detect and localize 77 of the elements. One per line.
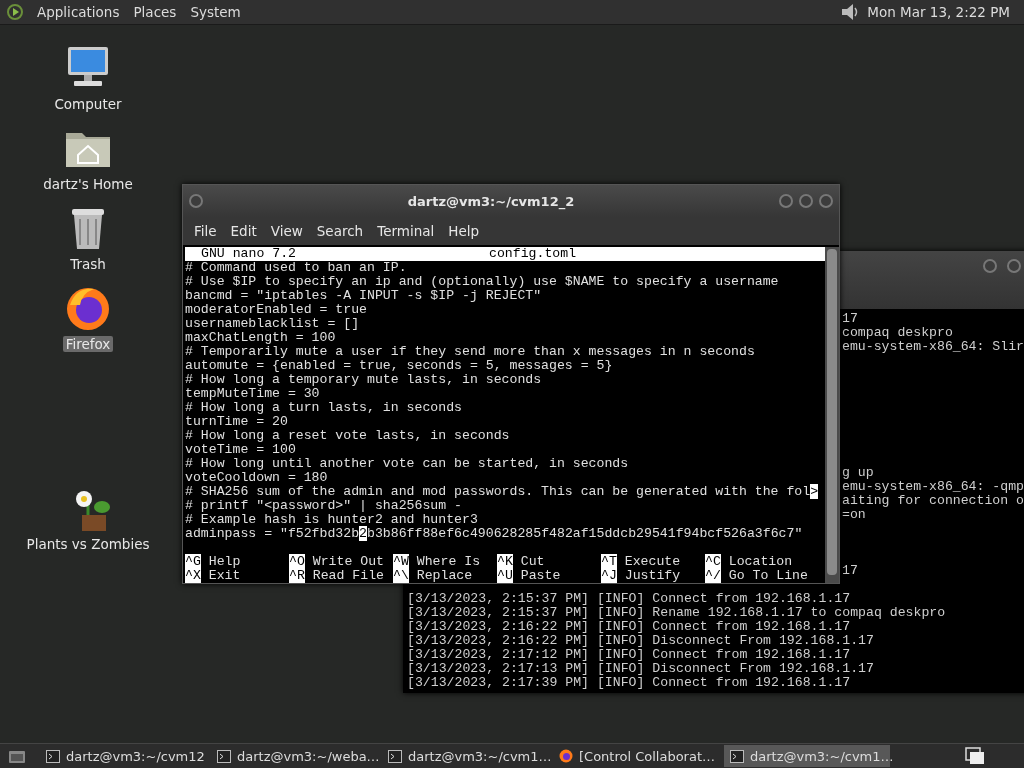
- shortcut-label: Exit: [208, 568, 241, 583]
- shortcut-label: Execute: [624, 554, 681, 569]
- file-name: config.toml: [489, 247, 577, 261]
- code-line: # How long a reset vote lasts, in seconds: [185, 428, 510, 443]
- terminal-line: 17: [842, 563, 858, 578]
- terminal-line: emu-system-x86_64: Slir: [842, 339, 1024, 354]
- log-line: [3/13/2023, 2:16:22 PM] [INFO] Connect from 192.168.1.17: [407, 619, 851, 634]
- code-line: # Temporarily mute a user if they send more than x messages in n seconds: [185, 344, 755, 359]
- taskbar-button[interactable]: dartz@vm3:~/cvm1…: [724, 745, 890, 767]
- code-line: adminpass = "f52fbd32b2b3b86ff88ef6c490628285f482af15ddcb29541f94bcf526a3f6c7": [185, 526, 803, 541]
- terminal-line: emu-system-x86_64: -qmp: [842, 479, 1024, 494]
- icon-label[interactable]: Computer: [51, 96, 125, 112]
- icon-label[interactable]: Trash: [67, 256, 109, 272]
- taskbar-button[interactable]: dartz@vm3:~/cvm1…: [382, 745, 548, 767]
- shortcut-key: ^J: [601, 568, 617, 583]
- shortcut-label: Justify: [624, 568, 681, 583]
- code-line: usernameblacklist = []: [185, 316, 360, 331]
- log-line: [3/13/2023, 2:16:22 PM] [INFO] Disconnect From 192.168.1.17: [407, 633, 874, 648]
- terminal-line: compaq deskpro: [842, 325, 953, 340]
- shortcut-label: Write Out: [312, 554, 384, 569]
- shortcut-label: Cut: [520, 554, 545, 569]
- shortcut-label: Location: [728, 554, 793, 569]
- shortcut-key: ^/: [705, 568, 721, 583]
- menu-item[interactable]: Edit: [223, 223, 264, 239]
- icon-label[interactable]: dartz's Home: [40, 176, 136, 192]
- code-line: turnTime = 20: [185, 414, 288, 429]
- panel-menu[interactable]: System: [183, 4, 248, 20]
- log-line: [3/13/2023, 2:17:12 PM] [INFO] Connect from 192.168.1.17: [407, 647, 851, 662]
- shortcut-key: ^\: [393, 568, 409, 583]
- log-line: [3/13/2023, 2:17:39 PM] [INFO] Connect from 192.168.1.17: [407, 675, 851, 690]
- log-line: [3/13/2023, 2:15:37 PM] [INFO] Rename 192.168.1.17 to compaq deskpro: [407, 605, 946, 620]
- code-line: # How long a turn lasts, in seconds: [185, 400, 462, 415]
- shortcut-key: ^X: [185, 568, 201, 583]
- taskbar-button[interactable]: dartz@vm3:~/weba…: [211, 745, 377, 767]
- overflow-marker: >: [810, 484, 819, 499]
- menu-item[interactable]: Help: [441, 223, 487, 239]
- code-line: # Command used to ban an IP.: [185, 260, 407, 275]
- shortcut-label: Go To Line: [728, 568, 808, 583]
- editor-version: GNU nano 7.2: [200, 247, 297, 261]
- code-line: # Example hash is hunter2 and hunter3: [185, 512, 478, 527]
- panel-menu[interactable]: Places: [126, 4, 184, 20]
- shortcut-key: ^U: [497, 568, 513, 583]
- menu-item[interactable]: File: [187, 223, 224, 239]
- terminal-line: aiting for connection o: [842, 493, 1024, 508]
- clock[interactable]: Mon Mar 13, 2:22 PM: [861, 4, 1024, 20]
- taskbar-button[interactable]: [Control Collaborat…: [553, 745, 719, 767]
- terminal-line: g up: [842, 465, 874, 480]
- panel-menu[interactable]: Applications: [30, 4, 127, 20]
- code-line: voteTime = 100: [185, 442, 296, 457]
- code-line: voteCooldown = 180: [185, 470, 328, 485]
- taskbar-button[interactable]: dartz@vm3:~/cvm12: [40, 745, 206, 767]
- code-line: # SHA256 sum of the admin and mod passwords. This can be generated with the fol: [185, 484, 811, 499]
- window-title: dartz@vm3:~/cvm12_2: [406, 193, 576, 209]
- code-line: moderatorEnabled = true: [185, 302, 368, 317]
- code-line: # printf "<password>" | sha256sum -: [185, 498, 462, 513]
- menu-item[interactable]: Terminal: [370, 223, 442, 239]
- menu-item[interactable]: View: [263, 223, 310, 239]
- shortcut-label: Read File: [312, 568, 384, 583]
- shortcut-label: Replace: [416, 568, 473, 583]
- code-line: maxChatLength = 100: [185, 330, 336, 345]
- code-line: # Use $IP to specify an ip and (optionally) use $NAME to specify a username: [185, 274, 779, 289]
- menu-item[interactable]: Search: [309, 223, 371, 239]
- icon-label[interactable]: Plants vs Zombies: [23, 536, 153, 552]
- terminal-line: =on: [842, 507, 866, 522]
- icon-label[interactable]: Firefox: [62, 336, 114, 352]
- shortcut-label: Where Is: [416, 554, 481, 569]
- log-line: [3/13/2023, 2:17:13 PM] [INFO] Disconnect From 192.168.1.17: [407, 661, 874, 676]
- terminal-line: 17: [842, 311, 858, 326]
- code-line: # How long a temporary mute lasts, in seconds: [185, 372, 542, 387]
- shortcut-label: Paste: [520, 568, 561, 583]
- code-line: # How long until another vote can be started, in seconds: [185, 456, 629, 471]
- code-line: bancmd = "iptables -A INPUT -s $IP -j REJECT": [185, 288, 542, 303]
- code-line: automute = {enabled = true, seconds = 5, messages = 5}: [185, 358, 613, 373]
- log-line: [3/13/2023, 2:15:37 PM] [INFO] Connect from 192.168.1.17: [407, 591, 851, 606]
- code-line: tempMuteTime = 30: [185, 386, 320, 401]
- shortcut-key: ^R: [289, 568, 305, 583]
- shortcut-label: Help: [208, 554, 241, 569]
